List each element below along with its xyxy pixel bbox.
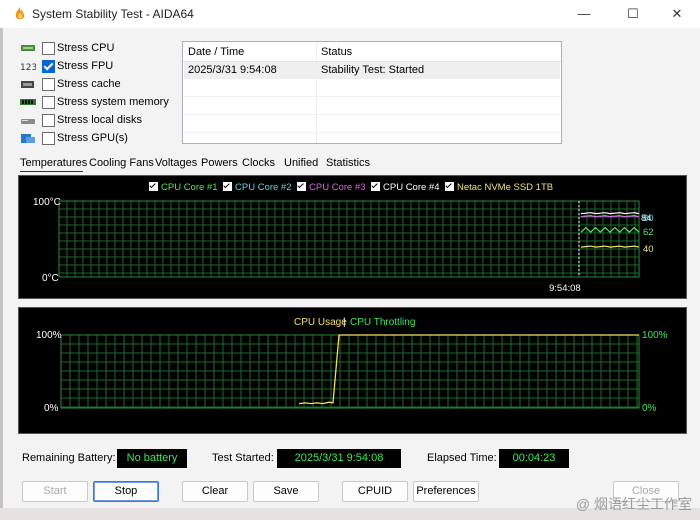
stress-disks-checkbox[interactable] — [42, 114, 55, 127]
disk-icon — [21, 119, 35, 124]
log-row-line — [183, 114, 561, 115]
svg-text:123: 123 — [20, 63, 36, 72]
option-stress-fpu[interactable]: 123 Stress FPU — [20, 58, 180, 76]
temp-y-bottom-label: 0°C — [42, 273, 59, 284]
temp-right-label-62: 62 — [643, 227, 654, 238]
series-cpu-usage — [298, 334, 639, 405]
window-title: System Stability Test - AIDA64 — [32, 7, 194, 21]
log-datetime-cell: 2025/3/31 9:54:08 — [188, 64, 277, 76]
tab-unified[interactable]: Unified — [284, 157, 318, 169]
option-stress-cache[interactable]: Stress cache — [20, 76, 180, 94]
cpu-throttling-title: CPU Throttling — [350, 317, 415, 328]
column-header-datetime[interactable]: Date / Time — [188, 46, 244, 58]
stress-cpu-label: Stress CPU — [57, 42, 115, 54]
temp-series-lines — [578, 201, 640, 277]
stress-disks-label: Stress local disks — [57, 114, 142, 126]
usage-y-top-right: 100% — [642, 330, 668, 341]
series-cpu-core-4 — [580, 212, 640, 215]
log-row-line — [183, 132, 561, 133]
cpu-usage-title: CPU Usage — [294, 317, 347, 328]
preferences-button[interactable]: Preferences — [413, 481, 479, 502]
window-left-border — [0, 0, 3, 520]
title-separator: | — [343, 317, 346, 328]
start-button[interactable]: Start — [22, 481, 88, 502]
memory-icon — [20, 99, 36, 105]
log-status-cell: Stability Test: Started — [321, 64, 425, 76]
cpu-usage-chart: CPU Usage | CPU Throttling 100% 0% 100% … — [36, 317, 668, 414]
cache-icon — [21, 81, 34, 88]
option-stress-memory[interactable]: Stress system memory — [20, 94, 180, 112]
option-stress-disks[interactable]: Stress local disks — [20, 112, 180, 130]
active-tab-indicator — [20, 171, 83, 172]
title-bar[interactable]: System Stability Test - AIDA64 — ☐ ✕ — [0, 0, 700, 28]
event-log-table[interactable]: Date / Time Status 2025/3/31 9:54:08 Sta… — [182, 41, 562, 144]
stress-gpu-checkbox[interactable] — [42, 132, 55, 145]
elapsed-time-value: 00:04:23 — [499, 449, 569, 468]
watermark: @ 烟语红尘工作室 — [575, 496, 692, 512]
tab-voltages[interactable]: Voltages — [155, 157, 197, 169]
stress-cache-checkbox[interactable] — [42, 78, 55, 91]
tab-clocks[interactable]: Clocks — [242, 157, 275, 169]
stop-button[interactable]: Stop — [93, 481, 159, 502]
log-header: Date / Time Status — [183, 42, 561, 62]
tab-temperatures[interactable]: Temperatures — [20, 157, 87, 169]
option-stress-gpu[interactable]: Stress GPU(s) — [20, 130, 180, 148]
column-header-status[interactable]: Status — [321, 46, 352, 58]
usage-y-bottom-right: 0% — [642, 403, 657, 414]
temp-y-top-label: 100°C — [33, 197, 61, 208]
stress-cache-label: Stress cache — [57, 78, 121, 90]
stress-gpu-label: Stress GPU(s) — [57, 132, 128, 144]
usage-series-lines — [298, 334, 639, 405]
temp-grid — [58, 200, 640, 278]
cpu-usage-chart-panel: CPU Usage | CPU Throttling 100% 0% 100% … — [18, 307, 687, 434]
elapsed-time-label: Elapsed Time: — [427, 452, 497, 464]
stress-fpu-label: Stress FPU — [57, 60, 114, 72]
clear-button[interactable]: Clear — [182, 481, 248, 502]
stress-cpu-checkbox[interactable] — [42, 42, 55, 55]
usage-grid — [60, 334, 640, 409]
stress-options: Stress CPU 123 Stress FPU Stress cache S… — [20, 40, 180, 148]
series-netac-nvme-ssd-1tb — [580, 245, 640, 248]
usage-y-top-left: 100% — [36, 330, 62, 341]
stress-fpu-checkbox[interactable] — [42, 60, 55, 73]
tab-statistics[interactable]: Statistics — [326, 157, 370, 169]
close-window-button[interactable]: ✕ — [654, 3, 700, 25]
test-started-label: Test Started: — [212, 452, 274, 464]
cpuid-button[interactable]: CPUID — [342, 481, 408, 502]
cpu-icon — [21, 45, 35, 51]
battery-label: Remaining Battery: — [22, 452, 116, 464]
temperature-chart-panel: CPU Core #1 CPU Core #2 CPU Core #3 CPU … — [18, 175, 687, 299]
tab-powers[interactable]: Powers — [201, 157, 238, 169]
table-row[interactable]: 2025/3/31 9:54:08 Stability Test: Starte… — [184, 62, 560, 79]
tab-cooling-fans[interactable]: Cooling Fans — [89, 157, 154, 169]
log-row-line — [183, 96, 561, 97]
temp-right-label-40: 40 — [643, 244, 654, 255]
temperature-chart: 100°C 0°C 9:54:08 84 80 62 40 — [33, 197, 654, 294]
option-stress-cpu[interactable]: Stress CPU — [20, 40, 180, 58]
maximize-button[interactable]: ☐ — [610, 3, 656, 25]
minimize-button[interactable]: — — [561, 3, 607, 25]
stress-memory-checkbox[interactable] — [42, 96, 55, 109]
aida64-flame-icon — [15, 7, 25, 20]
save-button[interactable]: Save — [253, 481, 319, 502]
fpu-icon: 123 — [20, 63, 36, 72]
usage-y-bottom-left: 0% — [44, 403, 59, 414]
series-cpu-core-1 — [580, 226, 640, 234]
battery-value: No battery — [117, 449, 187, 468]
test-started-value: 2025/3/31 9:54:08 — [277, 449, 401, 468]
log-column-divider — [316, 42, 317, 143]
gpu-icon — [21, 134, 35, 143]
plot-frame — [58, 200, 640, 278]
temp-time-label: 9:54:08 — [549, 283, 581, 294]
temp-right-label-80: 80 — [643, 213, 654, 224]
stress-memory-label: Stress system memory — [57, 96, 169, 108]
